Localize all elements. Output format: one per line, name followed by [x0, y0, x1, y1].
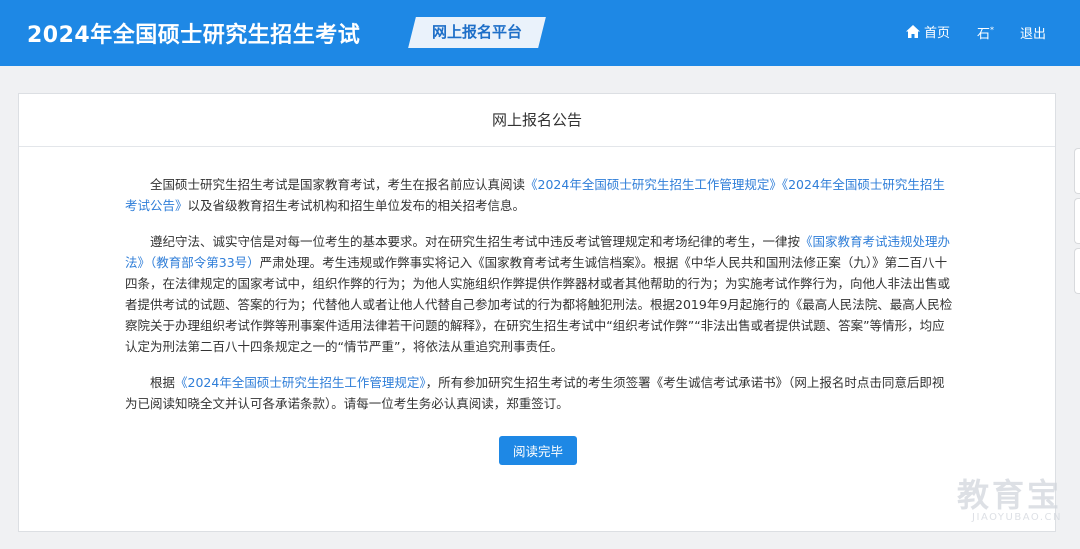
button-wrap: 阅读完毕 — [499, 436, 577, 465]
home-icon — [906, 25, 920, 38]
nav-home-label: 首页 — [924, 26, 951, 41]
link-admission-regulations-2[interactable]: 《2024年全国硕士研究生招生工作管理规定》 — [175, 375, 426, 390]
notice-content: 全国硕士研究生招生考试是国家教育考试，考生在报名前应认真阅读《2024年全国硕士… — [125, 174, 955, 429]
side-tab-2[interactable] — [1074, 198, 1080, 244]
platform-badge: 网上报名平台 — [408, 17, 546, 48]
p1-text-2: 以及省级教育招生考试机构和招生单位发布的相关招考信息。 — [187, 198, 526, 213]
notice-paragraph-1: 全国硕士研究生招生考试是国家教育考试，考生在报名前应认真阅读《2024年全国硕士… — [125, 174, 955, 216]
site-title: 2024年全国硕士研究生招生考试 — [27, 23, 361, 48]
finish-reading-button[interactable]: 阅读完毕 — [499, 436, 577, 465]
nav-logout-link[interactable]: 退出 — [1020, 23, 1046, 42]
notice-title: 网上报名公告 — [19, 94, 1055, 147]
p1-text-1: 全国硕士研究生招生考试是国家教育考试，考生在报名前应认真阅读 — [150, 177, 526, 192]
platform-label: 网上报名平台 — [431, 23, 522, 41]
p3-text-1: 根据 — [150, 375, 176, 390]
side-tab-1[interactable] — [1074, 148, 1080, 194]
notice-paragraph-2: 遵纪守法、诚实守信是对每一位考生的基本要求。对在研究生招生考试中违反考试管理规定… — [125, 231, 955, 357]
nav-user-menu[interactable]: 石* — [977, 23, 994, 42]
side-tab-3[interactable] — [1074, 248, 1080, 294]
notice-panel: 网上报名公告 全国硕士研究生招生考试是国家教育考试，考生在报名前应认真阅读《20… — [18, 93, 1056, 532]
top-header: 2024年全国硕士研究生招生考试 网上报名平台 首页 石* 退出 — [0, 0, 1080, 66]
link-admission-regulations[interactable]: 《2024年全国硕士研究生招生工作管理规定》 — [525, 177, 782, 192]
nav-user-label: 石 — [977, 27, 991, 42]
nav-home-link[interactable]: 首页 — [906, 22, 950, 41]
p2-text-1: 遵纪守法、诚实守信是对每一位考生的基本要求。对在研究生招生考试中违反考试管理规定… — [150, 234, 801, 249]
notice-paragraph-3: 根据《2024年全国硕士研究生招生工作管理规定》，所有参加研究生招生考试的考生须… — [125, 372, 955, 414]
nav-user-suffix: * — [990, 25, 995, 35]
